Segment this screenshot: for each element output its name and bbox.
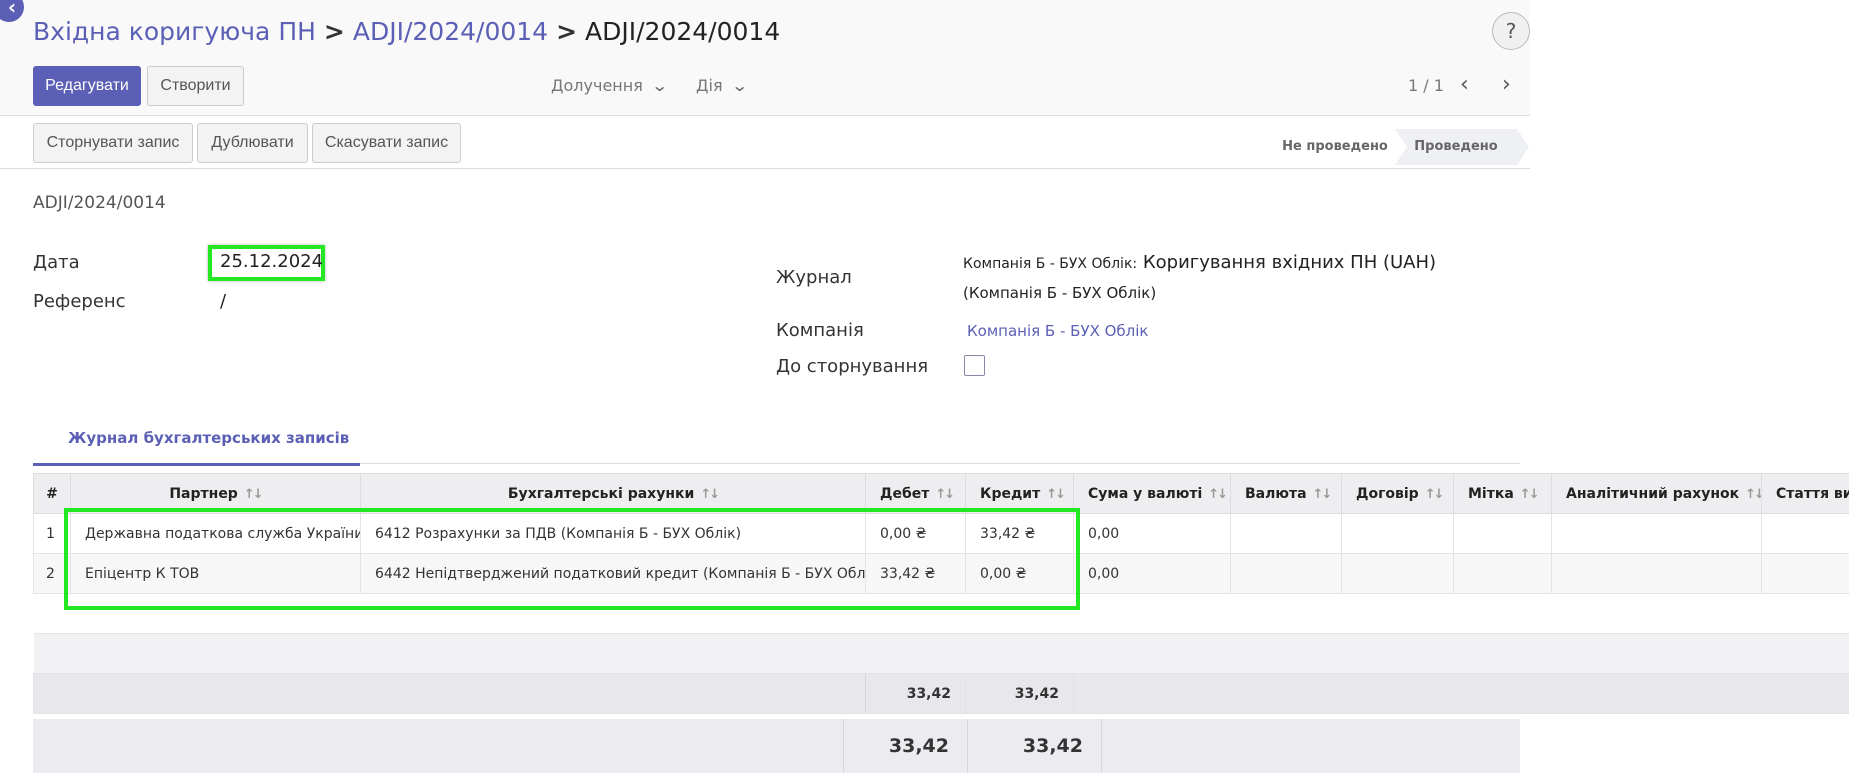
column-header-label[interactable]: Мітка ↑↓ — [1453, 473, 1552, 514]
row-account: 6412 Розрахунки за ПДВ (Компанія Б - БУХ… — [360, 513, 866, 554]
column-header-expense-item[interactable]: Стаття витрат — [1761, 473, 1849, 514]
journal-label: Журнал — [776, 267, 852, 288]
company-link[interactable]: Компанія Б - БУХ Облік — [967, 322, 1149, 340]
column-header-debit[interactable]: Дебет ↑↓ — [865, 473, 966, 514]
duplicate-button[interactable]: Дублювати — [197, 123, 308, 163]
row-credit: 33,42 ₴ — [965, 513, 1074, 554]
sort-icon: ↑↓ — [243, 486, 264, 502]
row-label — [1453, 513, 1552, 554]
grand-total-credit: 33,42 — [967, 719, 1102, 773]
action-label: Дія — [696, 76, 723, 95]
to-reverse-label: До сторнування — [776, 356, 929, 377]
action-dropdown[interactable]: Дія ⌄ — [696, 76, 748, 95]
row-expense-item — [1761, 513, 1849, 554]
journal-items-table: # Партнер ↑↓ Бухгалтерські рахунки ↑↓ Дебе… — [33, 473, 1849, 714]
table-row[interactable]: 2 Епіцентр К ТОВ 6442 Непідтверджений по… — [33, 553, 1849, 594]
breadcrumb: Вхідна коригуюча ПН > ADJI/2024/0014 > ADJI/… — [33, 17, 780, 46]
row-partner: Державна податкова служба України — [70, 513, 361, 554]
breadcrumb-separator: > — [556, 17, 578, 46]
breadcrumb-current: ADJI/2024/0014 — [585, 17, 781, 46]
chevron-left-icon[interactable]: ‹ — [1460, 72, 1469, 97]
sort-icon: ↑↓ — [1312, 486, 1333, 502]
row-number: 1 — [33, 513, 71, 554]
sort-icon: ↑↓ — [1424, 486, 1445, 502]
row-partner: Епіцентр К ТОВ — [70, 553, 361, 594]
column-header-amount-currency[interactable]: Сума у валюті ↑↓ — [1073, 473, 1231, 514]
stage-draft[interactable]: Не проведено — [1275, 129, 1395, 165]
grand-total-bar: 33,42 33,42 — [33, 719, 1520, 773]
attachments-dropdown[interactable]: Долучення ⌄ — [551, 76, 669, 95]
date-label: Дата — [33, 252, 80, 273]
column-header-account[interactable]: Бухгалтерські рахунки ↑↓ — [360, 473, 866, 514]
row-contract — [1341, 513, 1454, 554]
row-expense-item — [1761, 553, 1849, 594]
journal-company: Компанія Б - БУХ Облік: — [963, 256, 1138, 272]
chevron-down-icon: ⌄ — [650, 76, 669, 95]
table-empty-row — [33, 633, 1849, 674]
row-number: 2 — [33, 553, 71, 594]
row-amount-currency: 0,00 — [1073, 513, 1231, 554]
grand-total-debit: 33,42 — [843, 719, 967, 773]
create-button[interactable]: Створити — [147, 66, 244, 106]
total-credit: 33,42 — [965, 673, 1074, 714]
row-credit: 0,00 ₴ — [965, 553, 1074, 594]
row-analytic-account — [1551, 553, 1762, 594]
sort-icon: ↑↓ — [700, 486, 720, 502]
table-header-row: # Партнер ↑↓ Бухгалтерські рахунки ↑↓ Дебе… — [33, 473, 1849, 514]
edit-button[interactable]: Редагувати — [33, 66, 141, 106]
column-header-analytic-account[interactable]: Аналітичний рахунок ↑↓ — [1551, 473, 1762, 514]
journal-suffix: (Компанія Б - БУХ Облік) — [963, 284, 1157, 302]
row-currency — [1230, 513, 1342, 554]
reverse-entry-button[interactable]: Сторнувати запис — [33, 123, 193, 163]
sort-icon: ↑↓ — [1745, 486, 1762, 502]
row-currency — [1230, 553, 1342, 594]
table-totals-row: 33,42 33,42 — [33, 673, 1849, 714]
stage-posted[interactable]: Проведено — [1395, 129, 1529, 165]
chevron-down-icon: ⌄ — [730, 76, 748, 95]
attachments-label: Долучення — [551, 76, 643, 95]
sort-icon: ↑↓ — [1519, 486, 1540, 502]
column-header-contract[interactable]: Договір ↑↓ — [1341, 473, 1454, 514]
breadcrumb-root-link[interactable]: Вхідна коригуюча ПН — [33, 17, 316, 46]
breadcrumb-middle-link[interactable]: ADJI/2024/0014 — [353, 17, 548, 46]
breadcrumb-separator: > — [323, 17, 345, 46]
column-header-credit[interactable]: Кредит ↑↓ — [965, 473, 1074, 514]
column-header-currency[interactable]: Валюта ↑↓ — [1230, 473, 1342, 514]
record-name: ADJI/2024/0014 — [33, 193, 166, 213]
to-reverse-checkbox[interactable] — [964, 355, 985, 376]
tab-journal-items[interactable]: Журнал бухгалтерських записів — [33, 426, 360, 466]
row-debit: 0,00 ₴ — [865, 513, 966, 554]
table-row[interactable]: 1 Державна податкова служба України 6412… — [33, 513, 1849, 554]
sort-icon: ↑↓ — [935, 486, 955, 502]
journal-value[interactable]: Компанія Б - БУХ Облік: Коригування вхід… — [963, 252, 1436, 273]
help-button[interactable]: ? — [1492, 12, 1530, 50]
sort-icon: ↑↓ — [1046, 486, 1066, 502]
pager-value: 1 / 1 — [1408, 76, 1444, 95]
table-empty-row — [33, 593, 1849, 634]
column-header-partner[interactable]: Партнер ↑↓ — [70, 473, 361, 514]
row-label — [1453, 553, 1552, 594]
row-contract — [1341, 553, 1454, 594]
chevron-right-icon[interactable]: › — [1502, 72, 1511, 97]
row-analytic-account — [1551, 513, 1762, 554]
sort-icon: ↑↓ — [1208, 486, 1228, 502]
row-account: 6442 Непідтверджений податковий кредит (… — [360, 553, 866, 594]
reference-label: Референс — [33, 291, 126, 312]
total-debit: 33,42 — [865, 673, 966, 714]
journal-name: Коригування вхідних ПН (UAH) — [1142, 252, 1437, 273]
row-debit: 33,42 ₴ — [865, 553, 966, 594]
date-value[interactable]: 25.12.2024 — [220, 251, 323, 272]
reference-value: / — [220, 291, 227, 312]
cancel-entry-button[interactable]: Скасувати запис — [312, 123, 461, 163]
status-bar: Сторнувати запис Дублювати Скасувати зап… — [0, 117, 1530, 169]
row-amount-currency: 0,00 — [1073, 553, 1231, 594]
company-label: Компанія — [776, 320, 864, 341]
column-header-number: # — [33, 473, 71, 514]
control-panel: Вхідна коригуюча ПН > ADJI/2024/0014 > ADJI/… — [0, 0, 1530, 116]
